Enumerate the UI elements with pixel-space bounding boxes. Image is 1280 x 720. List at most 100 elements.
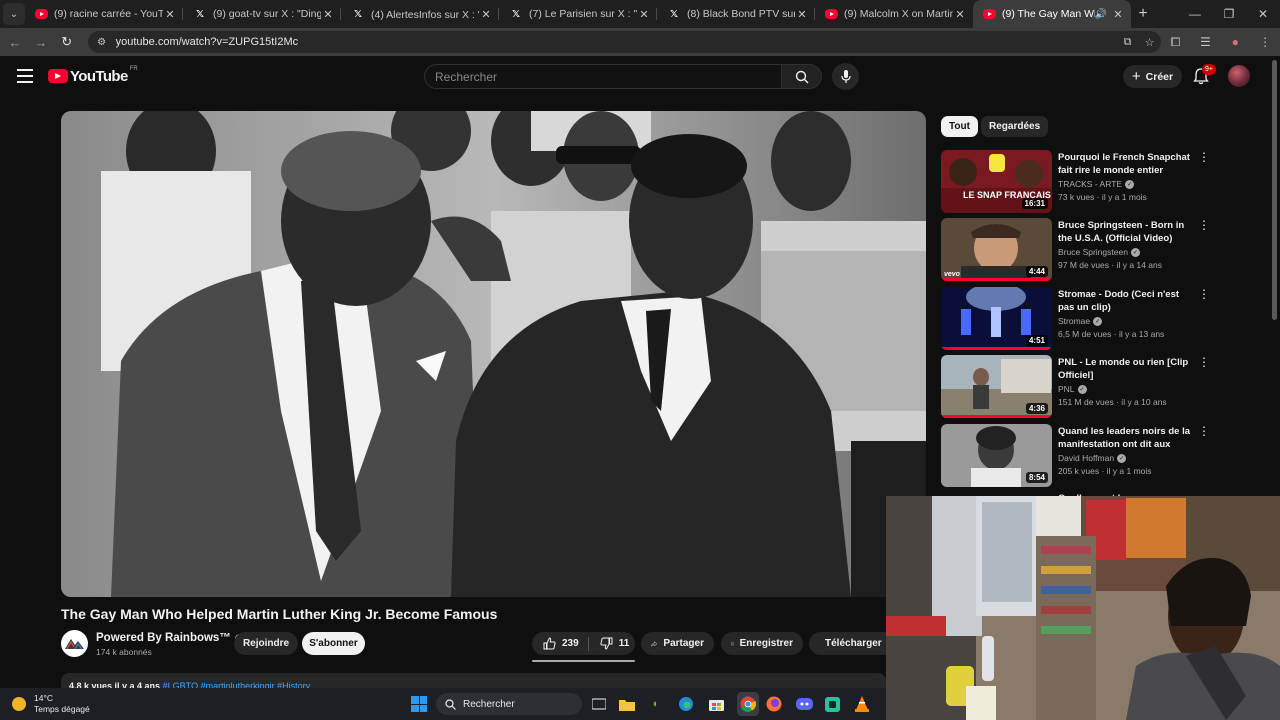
recommendation-item[interactable]: LE SNAP FRANÇAIS 16:31 Pourquoi le Frenc… [941,150,1211,214]
chrome-icon[interactable] [738,694,758,714]
speaker-icon[interactable]: 🔊 [1095,9,1107,20]
search-button[interactable] [782,64,822,89]
tab-title: (9) The Gay Man Who Help [1002,8,1095,20]
youtube-play-icon [48,69,68,83]
video-thumbnail[interactable]: vevo 4:44 [941,218,1052,281]
back-icon[interactable]: ← [2,35,28,50]
close-icon[interactable]: ✕ [163,8,177,21]
weather-condition: Temps dégagé [34,704,90,714]
voice-search-button[interactable] [832,63,859,90]
discord-icon[interactable] [794,694,814,714]
chip-watched[interactable]: Regardées [981,116,1049,137]
recommendation-title[interactable]: PNL - Le monde ou rien [Clip Officiel] [1058,356,1196,382]
close-icon[interactable]: ✕ [953,8,967,21]
restore-icon[interactable]: ❐ [1212,7,1246,21]
browser-tab-active[interactable]: (9) The Gay Man Who Help🔊 ✕ [973,0,1131,28]
recommendation-title[interactable]: Quand les leaders noirs de la manifestat… [1058,425,1196,451]
vlc-icon[interactable] [852,694,872,714]
firefox-icon[interactable] [764,694,784,714]
cast-icon[interactable]: ⧉ [1117,36,1139,49]
more-options-icon[interactable]: ⋮ [1198,425,1210,437]
more-options-icon[interactable]: ⋮ [1198,151,1210,163]
recommendation-title[interactable]: Stromae - Dodo (Ceci n'est pas un clip) [1058,288,1196,314]
task-view-icon[interactable] [589,694,609,714]
reading-list-icon[interactable]: ☰ [1190,35,1220,49]
channel-name-text[interactable]: Powered By Rainbows™ [96,632,231,644]
recommendation-item[interactable]: 4:36 PNL - Le monde ou rien [Clip Offici… [941,355,1211,419]
tab-title: (9) Malcolm X on Martin Luthe [844,8,953,20]
youtube-logo[interactable]: YouTube FR [48,66,138,85]
close-icon[interactable]: ✕ [479,8,493,21]
share-button[interactable]: Partager [641,632,714,655]
download-button[interactable]: Télécharger [809,632,889,655]
url-field[interactable]: ⚙ youtube.com/watch?v=ZUPG15tI2Mc ⧉ ☆ [87,31,1161,53]
close-icon[interactable]: ✕ [795,8,809,21]
app-icon[interactable] [822,694,842,714]
url-text[interactable]: youtube.com/watch?v=ZUPG15tI2Mc [116,36,1117,48]
recommendation-channel[interactable]: David Hoffman ✓ [1058,453,1127,463]
tab-search-button[interactable]: ⌄ [3,3,25,25]
forward-icon[interactable]: → [28,35,54,50]
video-player[interactable] [61,111,926,597]
recommendation-channel[interactable]: Stromae ✓ [1058,316,1103,326]
video-thumbnail[interactable]: 4:36 [941,355,1052,418]
like-button[interactable]: 239 [532,637,579,650]
browser-tab[interactable]: 𝕏 (8) Black Bond PTV sur X : "ELLE✕ [657,0,815,28]
recommendation-item[interactable]: 4:51 Stromae - Dodo (Ceci n'est pas un c… [941,287,1211,351]
video-thumbnail[interactable]: LE SNAP FRANÇAIS 16:31 [941,150,1052,213]
x-icon: 𝕏 [669,8,679,20]
recommendation-title[interactable]: Pourquoi le French Snapchat fait rire le… [1058,151,1196,177]
browser-tab[interactable]: (9) racine carrée - YouTube✕ [25,0,183,28]
browser-menu-icon[interactable]: ⋮ [1250,35,1280,49]
recommendation-item[interactable]: vevo 4:44 Bruce Springsteen - Born in th… [941,218,1211,282]
browser-tab[interactable]: 𝕏 (7) Le Parisien sur X : "C'est l'hi✕ [499,0,657,28]
close-icon[interactable]: ✕ [321,8,335,21]
video-thumbnail[interactable]: 8:54 [941,424,1052,487]
channel-avatar[interactable] [61,630,88,657]
share-icon [651,640,658,646]
browser-tab[interactable]: 𝕏 (4) AlertesInfos sur X : "🇷🇺🇺🇦 IN✕ [341,0,499,28]
new-tab-button[interactable]: + [1131,5,1155,23]
recommendation-channel[interactable]: Bruce Springsteen ✓ [1058,247,1140,257]
recommendation-item[interactable]: 8:54 Quand les leaders noirs de la manif… [941,424,1211,488]
youtube-icon [983,9,996,19]
temperature: 14°C [34,693,53,703]
save-button[interactable]: Enregistrer [721,632,803,655]
window-close-icon[interactable]: ✕ [1246,7,1280,21]
channel-name[interactable]: Powered By Rainbows™✓ [96,632,244,644]
browser-tab[interactable]: 𝕏 (9) goat-tv sur X : "Dinguerie ! I✕ [183,0,341,28]
hamburger-menu-icon[interactable] [17,69,33,83]
profile-icon[interactable]: ● [1220,35,1250,49]
x-icon: 𝕏 [353,8,363,20]
extensions-icon[interactable]: ⧠ [1161,35,1191,50]
windows-start-icon[interactable] [411,696,427,712]
more-options-icon[interactable]: ⋮ [1198,219,1210,231]
more-options-icon[interactable]: ⋮ [1198,356,1210,368]
store-icon[interactable] [706,694,726,714]
close-icon[interactable]: ✕ [1111,8,1125,21]
site-info-icon[interactable]: ⚙ [94,37,110,48]
reload-icon[interactable]: ↻ [54,34,80,50]
recommendation-channel[interactable]: PNL ✓ [1058,384,1087,394]
taskbar-search[interactable]: Rechercher [436,693,582,715]
browser-tab[interactable]: (9) Malcolm X on Martin Luthe✕ [815,0,973,28]
join-button[interactable]: Rejoindre [234,632,298,655]
weather-widget[interactable]: 14°C Temps dégagé [12,693,90,715]
chip-all[interactable]: Tout [941,116,978,137]
more-options-icon[interactable]: ⋮ [1198,288,1210,300]
subscribe-button[interactable]: S'abonner [302,632,365,655]
bookmark-star-icon[interactable]: ☆ [1139,36,1161,49]
account-avatar[interactable] [1228,65,1250,87]
minimize-icon[interactable]: — [1178,7,1212,21]
search-input[interactable]: Rechercher [424,64,782,89]
recommendation-channel[interactable]: TRACKS - ARTE ✓ [1058,179,1135,189]
edge-icon[interactable] [676,694,696,714]
video-thumbnail[interactable]: 4:51 [941,287,1052,350]
nvidia-icon[interactable]: ◐ [646,694,666,714]
recommendation-title[interactable]: Bruce Springsteen - Born in the U.S.A. (… [1058,219,1196,245]
file-explorer-icon[interactable] [617,694,637,714]
dislike-button[interactable]: 11 [589,637,629,650]
create-button[interactable]: + Créer [1123,65,1182,88]
close-icon[interactable]: ✕ [637,8,651,21]
page-scrollbar[interactable] [1272,60,1277,320]
